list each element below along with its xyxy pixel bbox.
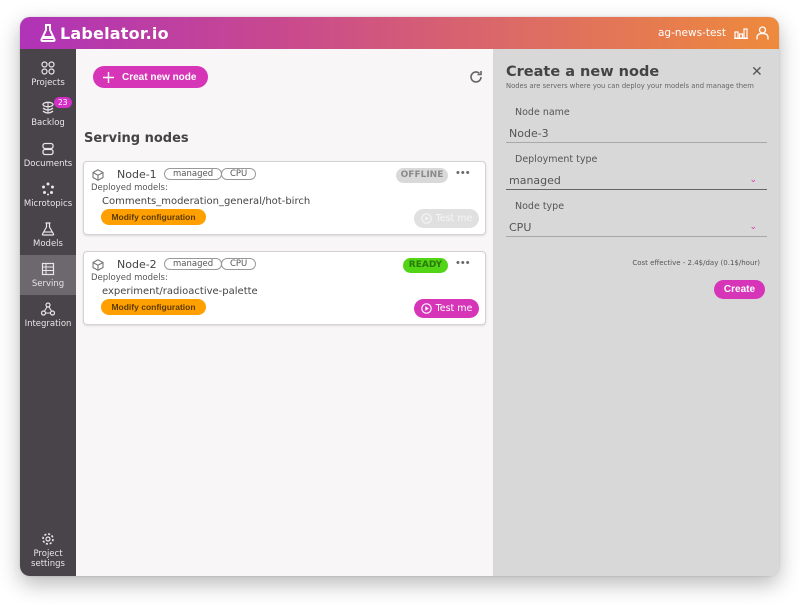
node-name: Node-1 — [117, 168, 157, 181]
create-button[interactable]: Create — [714, 280, 765, 299]
chevron-down-icon: ⌄ — [749, 175, 757, 185]
brand-name: Labelator.io — [60, 23, 169, 43]
node-type-tag: CPU — [221, 168, 257, 180]
top-bar: Labelator.io ag-news-test — [20, 17, 779, 49]
section-title: Serving nodes — [84, 131, 189, 146]
cost-note: Cost effective - 2.4$/day (0.1$/hour) — [632, 259, 760, 267]
flask-logo-icon — [40, 24, 56, 42]
sidebar-label: Microtopics — [23, 198, 73, 209]
status-badge: READY — [403, 258, 448, 273]
chevron-down-icon: ⌄ — [749, 222, 757, 232]
sidebar-label: Documents — [23, 158, 73, 169]
node-name-field: Node name — [506, 107, 767, 143]
panel-subtitle: Nodes are servers where you can deploy y… — [506, 82, 754, 90]
test-me-button[interactable]: Test me — [414, 299, 479, 318]
play-circle-icon — [420, 303, 432, 314]
deployed-models-label: Deployed models: — [91, 273, 168, 283]
deployment-type-value: managed — [509, 173, 561, 187]
backlog-stack-icon — [42, 101, 54, 114]
sidebar-label: settings — [31, 558, 65, 569]
deployment-tag: managed — [164, 168, 223, 180]
node-type-label: Node type — [515, 201, 565, 212]
close-icon[interactable]: ✕ — [751, 63, 763, 80]
deployment-type-select[interactable]: managed ⌄ — [506, 171, 767, 190]
node-type-field: Node type CPU ⌄ — [506, 201, 767, 237]
flask-icon — [41, 221, 55, 236]
node-card: Node-2 managed CPU READY ••• Deployed mo… — [83, 251, 486, 325]
sidebar-label: Backlog — [31, 117, 65, 128]
sidebar: Projects Backlog 23 Documents Microtopic… — [20, 49, 76, 576]
backlog-count-badge: 23 — [54, 97, 72, 108]
serving-icon — [41, 262, 55, 275]
sidebar-label: Serving — [31, 278, 65, 289]
more-options-button[interactable]: ••• — [456, 167, 471, 179]
refresh-icon[interactable] — [468, 69, 484, 85]
sidebar-item-integration[interactable]: Integration — [20, 295, 76, 335]
sidebar-item-documents[interactable]: Documents — [20, 135, 76, 175]
create-node-panel: Create a new node Nodes are servers wher… — [493, 49, 779, 576]
deployed-model-name: experiment/radioactive-palette — [102, 286, 258, 297]
test-me-label: Test me — [435, 303, 473, 314]
node-name: Node-2 — [117, 258, 157, 271]
microtopics-icon — [42, 182, 54, 195]
brand-logo[interactable]: Labelator.io — [40, 24, 169, 43]
play-circle-icon — [420, 213, 432, 224]
node-type-value: CPU — [509, 220, 532, 234]
plus-icon — [103, 71, 114, 83]
create-new-node-label: Creat new node — [122, 71, 197, 83]
sidebar-item-backlog[interactable]: Backlog 23 — [20, 94, 76, 134]
projects-grid-icon — [41, 60, 55, 75]
stats-bar-chart-icon[interactable] — [734, 27, 748, 39]
modify-configuration-button[interactable]: Modify configuration — [101, 299, 206, 315]
create-new-node-button[interactable]: Creat new node — [93, 66, 208, 88]
panel-title: Create a new node — [506, 64, 660, 80]
documents-icon — [42, 142, 54, 155]
deployment-tag: managed — [164, 258, 223, 270]
status-badge: OFFLINE — [396, 168, 448, 183]
node-type-tag: CPU — [221, 258, 257, 270]
sidebar-item-models[interactable]: Models — [20, 215, 76, 255]
node-cube-icon — [92, 169, 104, 181]
sidebar-item-project-settings[interactable]: Project settings — [20, 526, 76, 574]
node-name-label: Node name — [515, 107, 570, 118]
sidebar-label: Models — [33, 238, 63, 249]
current-project-name[interactable]: ag-news-test — [658, 27, 726, 39]
deployed-model-name: Comments_moderation_general/hot-birch — [102, 196, 311, 207]
user-account-icon[interactable] — [756, 26, 769, 40]
sidebar-item-microtopics[interactable]: Microtopics — [20, 175, 76, 215]
sidebar-label: Integration — [24, 318, 72, 329]
node-name-input[interactable] — [509, 126, 757, 140]
top-right-controls: ag-news-test — [658, 26, 769, 40]
deployment-type-field: Deployment type managed ⌄ — [506, 154, 767, 190]
test-me-label: Test me — [435, 213, 473, 224]
more-options-button[interactable]: ••• — [456, 257, 471, 269]
deployment-type-label: Deployment type — [515, 154, 598, 165]
deployed-models-label: Deployed models: — [91, 183, 168, 193]
node-type-select[interactable]: CPU ⌄ — [506, 218, 767, 237]
integration-icon — [41, 301, 55, 316]
sidebar-label: Projects — [31, 77, 65, 88]
node-cube-icon — [92, 259, 104, 271]
sidebar-item-serving[interactable]: Serving — [20, 255, 76, 295]
sidebar-label: Project — [33, 548, 63, 559]
main-content: Creat new node Serving nodes Node-1 mana… — [76, 49, 493, 576]
gear-icon — [42, 532, 54, 545]
sidebar-item-projects[interactable]: Projects — [20, 54, 76, 94]
test-me-button[interactable]: Test me — [414, 209, 479, 228]
node-card: Node-1 managed CPU OFFLINE ••• Deployed … — [83, 161, 486, 235]
app-window: Labelator.io ag-news-test Projects Backl… — [20, 17, 779, 576]
modify-configuration-button[interactable]: Modify configuration — [101, 209, 206, 225]
